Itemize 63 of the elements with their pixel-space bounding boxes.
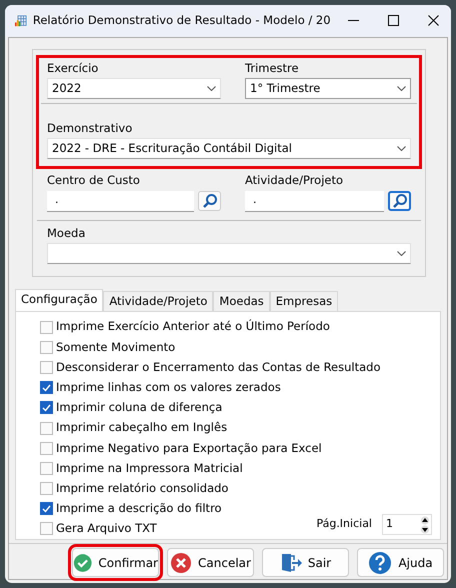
field-label: Demonstrativo — [47, 120, 134, 137]
field-label: Exercício — [47, 60, 100, 77]
tab[interactable]: Empresas — [270, 290, 338, 311]
chevron-down-icon — [397, 146, 406, 152]
checkbox[interactable] — [40, 340, 53, 354]
currency-dropdown[interactable] — [47, 242, 411, 264]
help-button[interactable]: Ajuda — [357, 548, 444, 577]
option-label: Imprime Negativo para Exportação para Excel — [56, 440, 322, 457]
check-circle-icon — [73, 552, 92, 574]
check-icon — [42, 404, 51, 412]
option-label: Imprime Exercício Anterior até o Último Período — [56, 318, 330, 336]
checkbox[interactable] — [40, 381, 53, 394]
tab[interactable]: Configuração — [15, 288, 104, 311]
check-icon — [42, 504, 51, 513]
option-label: Imprimir coluna de diferença — [56, 399, 222, 416]
project-field[interactable]: . — [245, 190, 384, 212]
chevron-down-icon — [397, 86, 406, 91]
option-label: Desconsiderar o Encerramento das Contas de Resultado — [56, 358, 380, 376]
checkbox[interactable] — [40, 482, 53, 496]
year-dropdown[interactable]: 2022 — [47, 78, 221, 99]
cancel-circle-icon — [170, 552, 192, 574]
exit-button[interactable]: Sair — [262, 548, 349, 577]
quarter-dropdown[interactable]: 1° Trimestre — [245, 78, 411, 99]
report-icon — [15, 12, 27, 29]
checkbox[interactable] — [40, 360, 53, 374]
window-title: Relatório Demonstrativo de Resultado - Modelo / 20 — [32, 12, 331, 30]
minimize-icon[interactable] — [348, 20, 360, 22]
option-label: Imprime na Impressora Matricial — [56, 460, 243, 477]
checkbox[interactable] — [40, 442, 53, 455]
check-icon — [42, 384, 51, 392]
field-label: Pág.Inicial — [316, 516, 372, 532]
option-label: Imprime linhas com os valores zerados — [56, 379, 281, 396]
checkbox[interactable] — [40, 320, 53, 334]
search-icon — [392, 192, 408, 208]
tab[interactable]: Atividade/Projeto — [103, 290, 214, 311]
option-label: Somente Movimento — [56, 338, 176, 356]
cost-center-field[interactable]: . — [47, 190, 194, 212]
cancel-button[interactable]: Cancelar — [167, 548, 254, 577]
chevron-down-icon — [397, 250, 406, 256]
exit-door-icon — [280, 552, 302, 574]
option-label: Imprime a descrição do filtro — [56, 500, 222, 518]
field-label: Centro de Custo — [47, 172, 141, 190]
maximize-icon[interactable] — [388, 15, 400, 26]
chevron-down-icon — [207, 86, 216, 91]
search-button[interactable] — [388, 190, 411, 210]
field-label: Atividade/Projeto — [245, 172, 344, 190]
search-icon — [202, 192, 218, 208]
statement-dropdown[interactable]: 2022 - DRE - Escrituração Contábil Digital — [47, 138, 411, 160]
spin-arrows-icon — [419, 516, 431, 534]
help-icon — [368, 550, 392, 574]
tab[interactable]: Moedas — [213, 290, 270, 311]
checkbox[interactable] — [40, 522, 53, 536]
checkbox[interactable] — [40, 401, 53, 414]
close-icon[interactable] — [428, 15, 440, 26]
checkbox[interactable] — [40, 462, 53, 475]
page-spinner[interactable]: 1 — [382, 514, 432, 535]
field-label: Trimestre — [245, 60, 300, 77]
checkbox[interactable] — [40, 422, 53, 435]
option-label: Gera Arquivo TXT — [56, 520, 157, 538]
option-label: Imprime relatório consolidado — [56, 480, 228, 497]
option-label: Imprimir cabeçalho em Inglês — [56, 419, 228, 436]
checkbox[interactable] — [40, 502, 53, 516]
field-label: Moeda — [47, 224, 86, 242]
